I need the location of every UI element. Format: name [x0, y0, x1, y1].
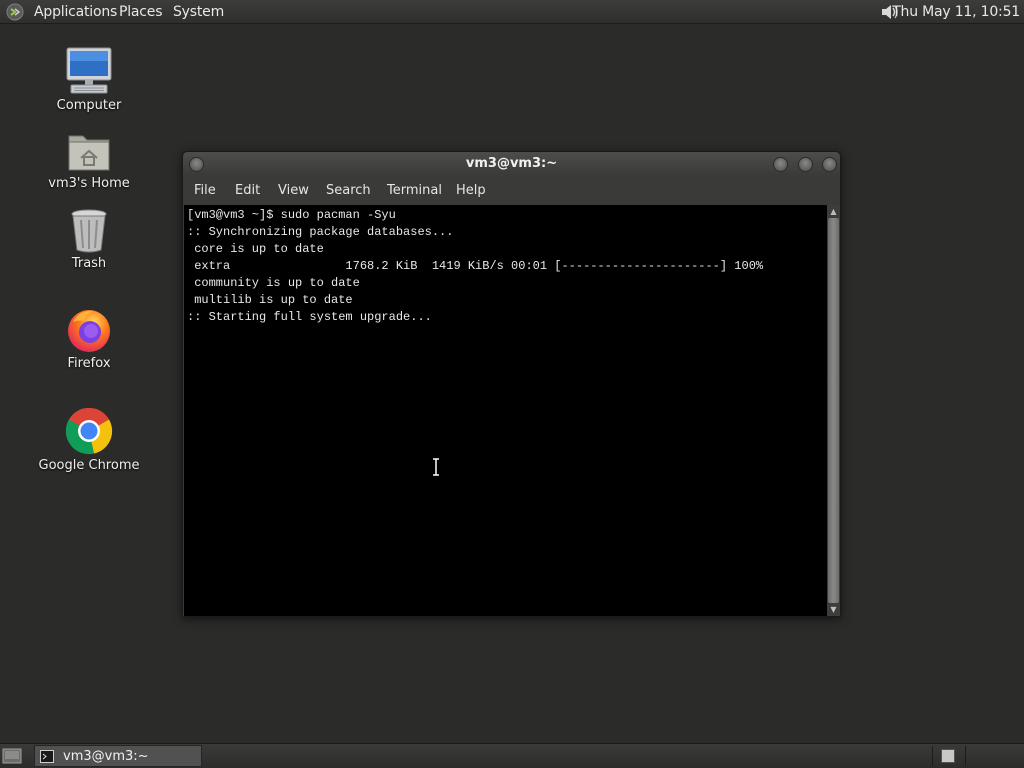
menu-edit[interactable]: Edit — [235, 183, 260, 199]
computer-icon — [66, 47, 112, 94]
window-title: vm3@vm3:~ — [465, 156, 558, 171]
bottom-panel: vm3@vm3:~ — [0, 743, 1024, 768]
system-menu[interactable]: System — [173, 3, 224, 21]
close-button[interactable] — [822, 157, 837, 172]
menu-terminal[interactable]: Terminal — [387, 183, 442, 199]
firefox-icon — [68, 310, 110, 352]
chrome-icon — [65, 407, 113, 455]
desktop-icon-label: Google Chrome — [38, 458, 140, 473]
ibeam-cursor-icon — [433, 458, 439, 476]
scroll-up-arrow-icon[interactable]: ▲ — [829, 207, 838, 216]
desktop-icon-label: Firefox — [67, 356, 111, 371]
taskbar-item-terminal[interactable]: vm3@vm3:~ — [34, 745, 202, 767]
terminal-window[interactable]: vm3@vm3:~ File Edit View Search Terminal… — [182, 151, 841, 617]
desktop-icon-trash[interactable]: Trash — [34, 208, 144, 271]
applications-menu[interactable]: Applications — [34, 3, 117, 21]
desktop-icon-firefox[interactable]: Firefox — [34, 306, 144, 371]
desktop-icon-chrome[interactable]: Google Chrome — [34, 406, 144, 473]
workspace-switcher[interactable] — [941, 749, 955, 763]
desktop-icon-computer[interactable]: Computer — [34, 46, 144, 113]
terminal-output-area[interactable]: [vm3@vm3 ~]$ sudo pacman -Syu :: Synchro… — [184, 205, 827, 616]
terminal-output: [vm3@vm3 ~]$ sudo pacman -Syu :: Synchro… — [187, 208, 764, 324]
menu-search[interactable]: Search — [326, 183, 371, 199]
mate-logo-icon[interactable] — [6, 3, 24, 21]
scrollbar-thumb[interactable] — [828, 218, 839, 603]
top-panel: Applications Places System Thu May 11, 1… — [0, 0, 1024, 24]
menu-view[interactable]: View — [278, 183, 309, 199]
desktop-icon-label: Computer — [56, 98, 122, 113]
terminal-icon — [40, 750, 54, 763]
places-menu[interactable]: Places — [119, 3, 163, 21]
window-titlebar[interactable]: vm3@vm3:~ — [183, 152, 840, 177]
separator — [965, 746, 966, 766]
menu-file[interactable]: File — [194, 183, 216, 199]
terminal-scrollbar[interactable]: ▲ ▼ — [827, 205, 840, 616]
minimize-button[interactable] — [773, 157, 788, 172]
desktop-icon-label: Trash — [71, 256, 107, 271]
taskbar-item-label: vm3@vm3:~ — [63, 749, 149, 764]
scroll-down-arrow-icon[interactable]: ▼ — [829, 605, 838, 614]
clock[interactable]: Thu May 11, 10:51 — [892, 3, 1020, 21]
separator — [932, 746, 933, 766]
home-folder-icon — [68, 135, 110, 171]
trash-icon — [71, 209, 107, 253]
menu-help[interactable]: Help — [456, 183, 486, 199]
show-desktop-icon[interactable] — [2, 747, 22, 765]
terminal-menubar: File Edit View Search Terminal Help — [183, 177, 840, 205]
maximize-button[interactable] — [798, 157, 813, 172]
desktop-icon-home[interactable]: vm3's Home — [34, 128, 144, 191]
desktop-icon-label: vm3's Home — [48, 176, 130, 191]
